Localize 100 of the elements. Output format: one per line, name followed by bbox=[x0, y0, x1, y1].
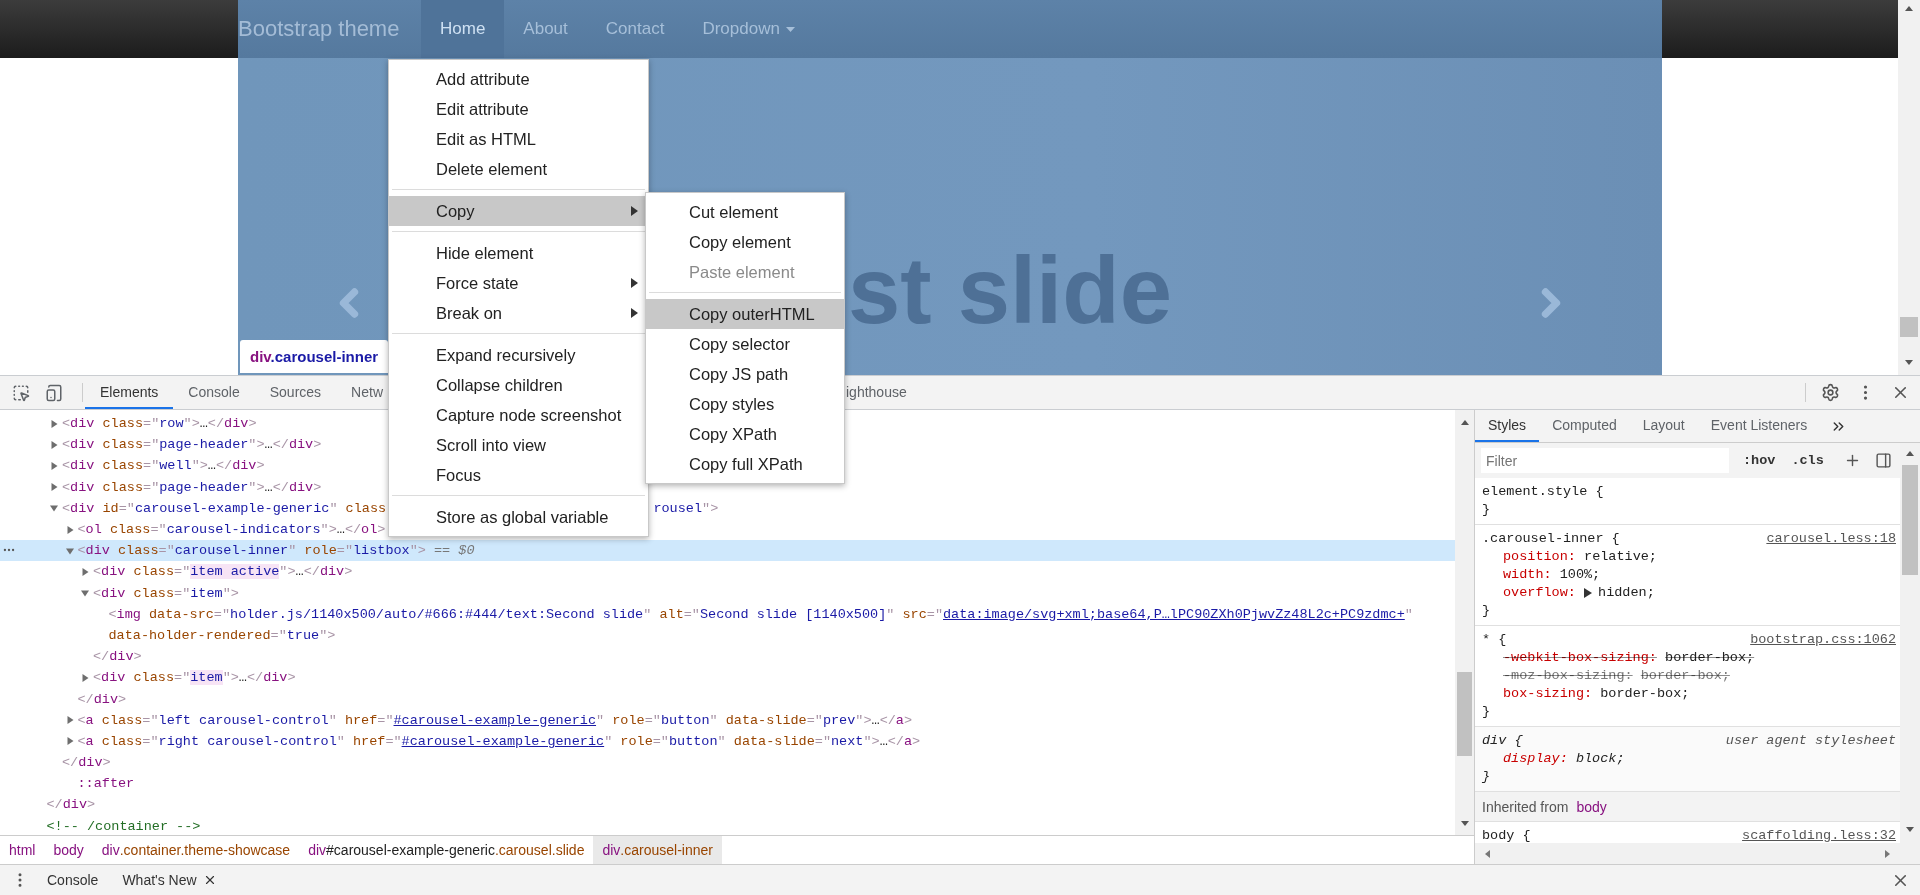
menu-item[interactable]: Copy selector bbox=[646, 329, 844, 359]
code-text[interactable]: <div class="page-header">…</div> bbox=[62, 479, 322, 495]
css-selector: element.style { bbox=[1482, 483, 1604, 501]
menu-item[interactable]: Copy element bbox=[646, 227, 844, 257]
closing-brace: } bbox=[1482, 502, 1491, 517]
css-property-name: -webkit-box-sizing: bbox=[1503, 649, 1657, 667]
breadcrumb[interactable]: div.container.theme-showcase bbox=[92, 836, 300, 864]
scroll-down-arrow-icon[interactable] bbox=[1905, 360, 1913, 365]
sidebar-tab[interactable]: Computed bbox=[1539, 410, 1630, 442]
scroll-up-arrow-icon[interactable] bbox=[1906, 451, 1914, 456]
css-selector: * { bbox=[1482, 631, 1507, 649]
menu-item[interactable]: Copy JS path bbox=[646, 359, 844, 389]
scrollbar-thumb[interactable] bbox=[1457, 672, 1472, 756]
panel-tab[interactable]: Console bbox=[173, 376, 255, 409]
scroll-down-arrow-icon[interactable] bbox=[1460, 821, 1469, 826]
menu-item[interactable]: Capture node screenshot bbox=[389, 400, 648, 430]
panel-tab[interactable]: Sources bbox=[254, 376, 337, 409]
caret-down-icon[interactable] bbox=[50, 504, 58, 513]
css-property-value: block; bbox=[1575, 750, 1625, 768]
breadcrumb[interactable]: body bbox=[44, 836, 93, 864]
code-link[interactable]: data:image/svg+xml;base64,P…lPC90ZXh0PjwvZz48L2c+PC9zdmc+ bbox=[943, 606, 1405, 622]
source-label: user agent stylesheet bbox=[1725, 732, 1896, 750]
menu-item[interactable]: Store as global variable bbox=[389, 502, 648, 532]
code-text[interactable]: ::after bbox=[77, 776, 135, 792]
menu-item[interactable]: Copy XPath bbox=[646, 419, 844, 449]
menu-item[interactable]: Hide element bbox=[389, 238, 648, 268]
code-text[interactable]: <div class="page-header">…</div> bbox=[62, 437, 322, 453]
code-text[interactable]: <a class="right carousel-control" href="#carousel-example-generic" role="button" data-slide="next">…</a> bbox=[77, 733, 921, 749]
drawer-tab[interactable]: What's New bbox=[110, 865, 229, 895]
code-text[interactable]: <div class="item active">…</div> bbox=[93, 564, 353, 580]
menu-item[interactable]: Scroll into view bbox=[389, 430, 648, 460]
code-text[interactable]: <a class="left carousel-control" href="#carousel-example-generic" role="button" data-slide="prev">…</a> bbox=[77, 712, 913, 728]
source-link[interactable]: scaffolding.less:32 bbox=[1742, 827, 1896, 843]
css-selector: div { bbox=[1482, 732, 1523, 750]
panel-tab[interactable]: Elements bbox=[85, 376, 174, 409]
drawer-tab[interactable]: Console bbox=[35, 865, 111, 895]
menu-item[interactable]: Edit as HTML bbox=[389, 124, 648, 154]
code-text[interactable]: <div class="item">…</div> bbox=[93, 670, 296, 686]
menu-item[interactable]: Force state bbox=[389, 268, 648, 298]
code-text: </div> bbox=[62, 755, 111, 771]
code-text[interactable]: <ol class="carousel-indicators">…</ol> bbox=[77, 522, 386, 538]
breadcrumb[interactable]: div#carousel-example-generic.carousel.slide bbox=[299, 836, 594, 864]
sidebar-toggle-icon[interactable] bbox=[1874, 452, 1892, 469]
scrollbar-thumb[interactable] bbox=[1900, 317, 1918, 337]
code-text[interactable]: <div id="carousel-example-generic" class bbox=[62, 500, 387, 516]
menu-item[interactable]: Copy bbox=[389, 196, 648, 226]
menu-item[interactable]: Add attribute bbox=[389, 64, 648, 94]
code-link[interactable]: #carousel-example-generic bbox=[393, 712, 597, 728]
scroll-left-arrow-icon[interactable] bbox=[1485, 850, 1490, 858]
breadcrumb[interactable]: html bbox=[0, 836, 45, 864]
code-text[interactable]: <img data-src="holder.js/1140x500/auto/#666:#444/text:Second slide" alt="Second slide [1140x500]" src="data:image/svg+xml;base64,P…lPC90ZXh0PjwvZz48L2c+PC9zdmc+" bbox=[108, 606, 1413, 622]
filter-field[interactable]: Filter bbox=[1481, 448, 1729, 473]
menu-item[interactable]: Break on bbox=[389, 298, 648, 328]
menu-item[interactable]: Expand recursively bbox=[389, 340, 648, 370]
code-text[interactable]: <div class="carousel-inner" role="listbox"> == $0 bbox=[77, 543, 475, 559]
menu-item[interactable]: Collapse children bbox=[389, 370, 648, 400]
code-text: </div> bbox=[46, 797, 96, 813]
menu-item[interactable]: Copy outerHTML bbox=[646, 299, 844, 329]
code-link[interactable]: #carousel-example-generic bbox=[401, 733, 605, 749]
menu-item[interactable]: Copy styles bbox=[646, 389, 844, 419]
breadcrumb[interactable]: div.carousel-inner bbox=[593, 836, 722, 864]
code-text[interactable]: <div class="item"> bbox=[93, 585, 239, 601]
selected-row[interactable]: <div class="carousel-inner" role="listbox"> == $0 bbox=[0, 540, 1455, 562]
code-text: </div> bbox=[77, 691, 127, 707]
css-property-name: overflow: bbox=[1503, 584, 1576, 602]
inherited-source[interactable]: body bbox=[1576, 798, 1607, 815]
scrollbar[interactable] bbox=[1455, 410, 1474, 835]
horizontal-scrollbar[interactable] bbox=[1475, 843, 1900, 864]
code-text[interactable]: <div class="row">…</div> bbox=[62, 416, 257, 432]
cls-toggle[interactable]: .cls bbox=[1791, 453, 1824, 468]
css-property-value: relative; bbox=[1584, 548, 1657, 566]
drawer-tab-label[interactable]: What's New bbox=[122, 872, 197, 888]
caret-down-icon[interactable] bbox=[65, 546, 74, 555]
scroll-up-arrow-icon[interactable] bbox=[1905, 6, 1913, 11]
code-text[interactable]: <div class="well">…</div> bbox=[62, 458, 265, 474]
menu-item[interactable]: Copy full XPath bbox=[646, 449, 844, 479]
page-scrollbar[interactable] bbox=[1898, 0, 1920, 375]
caret-down-icon[interactable] bbox=[81, 589, 89, 598]
scrollbar-thumb[interactable] bbox=[1902, 465, 1918, 575]
sidebar-tab[interactable]: Event Listeners bbox=[1697, 410, 1821, 442]
scroll-down-arrow-icon[interactable] bbox=[1906, 827, 1914, 832]
menu-item[interactable]: Delete element bbox=[389, 154, 648, 184]
source-link[interactable]: bootstrap.css:1062 bbox=[1750, 631, 1896, 649]
source-link[interactable]: carousel.less:18 bbox=[1766, 530, 1896, 548]
css-selector: .carousel-inner { bbox=[1482, 530, 1620, 548]
css-property-name: display: bbox=[1503, 750, 1568, 768]
code-text: rousel"> bbox=[653, 500, 719, 516]
menu-item[interactable]: Edit attribute bbox=[389, 94, 648, 124]
menu-item[interactable]: Focus bbox=[389, 460, 648, 490]
scrollbar[interactable] bbox=[1900, 443, 1920, 864]
css-property-value: border-box; bbox=[1600, 685, 1690, 703]
scroll-right-arrow-icon[interactable] bbox=[1885, 850, 1890, 858]
hov-toggle[interactable]: :hov bbox=[1743, 453, 1776, 468]
drawer-tab-label[interactable]: Console bbox=[47, 872, 99, 888]
sidebar-tab[interactable]: Layout bbox=[1629, 410, 1698, 442]
scroll-up-arrow-icon[interactable] bbox=[1460, 420, 1469, 425]
code-comment: <!-- /container --> bbox=[46, 818, 201, 834]
nav-link[interactable]: Home bbox=[421, 0, 505, 58]
caret-right-icon[interactable] bbox=[1584, 588, 1593, 598]
menu-item[interactable]: Cut element bbox=[646, 197, 844, 227]
